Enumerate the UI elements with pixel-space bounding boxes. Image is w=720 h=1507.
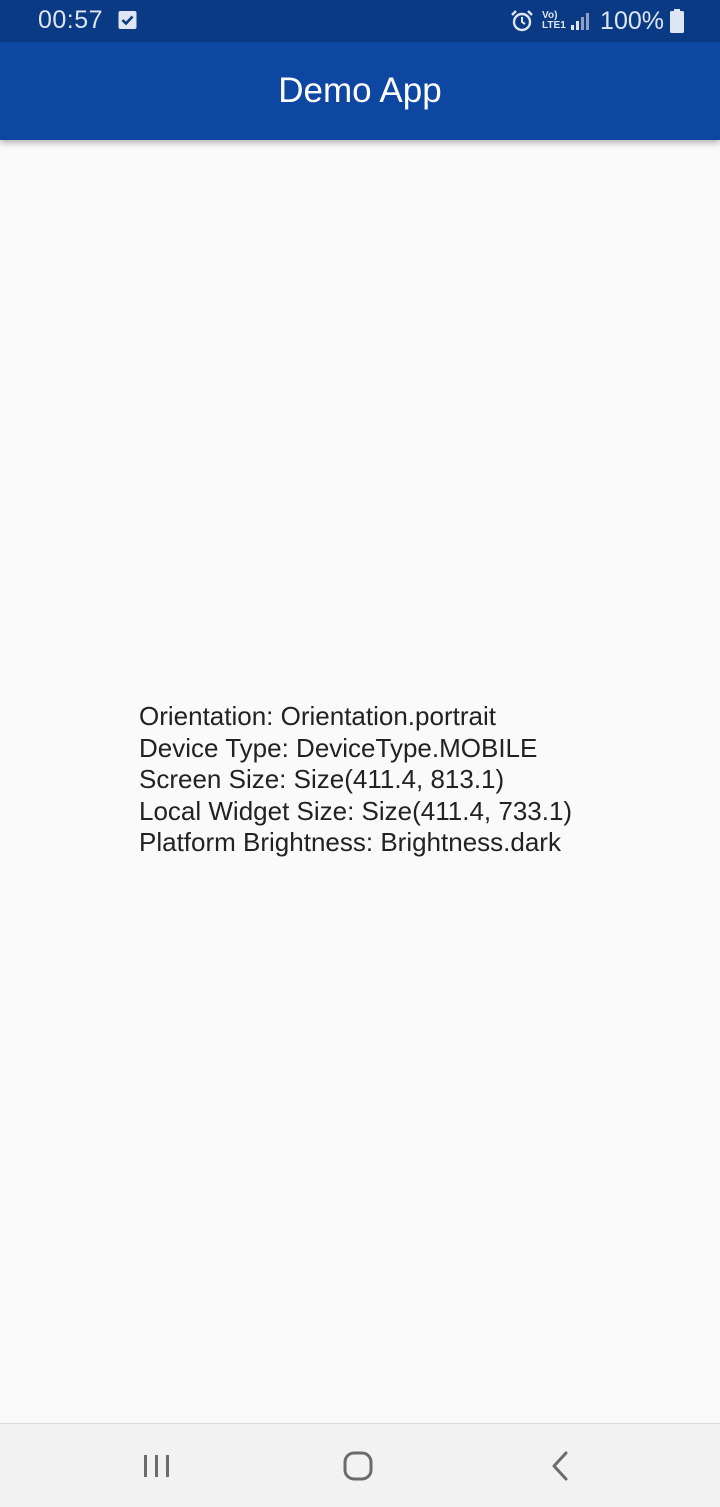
platform-brightness-text: Platform Brightness: Brightness.dark bbox=[139, 827, 561, 857]
alarm-icon bbox=[511, 10, 533, 32]
app-bar: Demo App bbox=[0, 42, 720, 140]
battery-icon bbox=[670, 9, 684, 33]
signal-icon bbox=[571, 13, 590, 30]
orientation-text: Orientation: Orientation.portrait bbox=[139, 701, 496, 731]
local-widget-size-text: Local Widget Size: Size(411.4, 733.1) bbox=[139, 795, 573, 826]
lte-indicator: Vo) LTE1 bbox=[542, 10, 566, 31]
recent-apps-icon[interactable] bbox=[137, 1446, 177, 1486]
navigation-bar bbox=[0, 1423, 720, 1507]
screen-size-text: Screen Size: Size(411.4, 813.1) bbox=[139, 764, 505, 794]
status-right-group: Vo) LTE1 100% bbox=[510, 6, 684, 36]
check-box-icon bbox=[118, 11, 137, 29]
status-time: 00:57 bbox=[38, 6, 104, 34]
device-info: Orientation: Orientation.portrait Device… bbox=[139, 701, 572, 859]
battery-percent: 100% bbox=[600, 6, 664, 35]
home-icon[interactable] bbox=[338, 1446, 378, 1486]
screen: 00:57 Vo) LTE1 100% Demo App Orientation… bbox=[0, 0, 720, 1507]
device-type-text: Device Type: DeviceType.MOBILE bbox=[139, 732, 538, 763]
back-icon[interactable] bbox=[540, 1446, 580, 1486]
app-title: Demo App bbox=[278, 71, 442, 110]
status-bar: 00:57 Vo) LTE1 100% bbox=[0, 0, 720, 42]
